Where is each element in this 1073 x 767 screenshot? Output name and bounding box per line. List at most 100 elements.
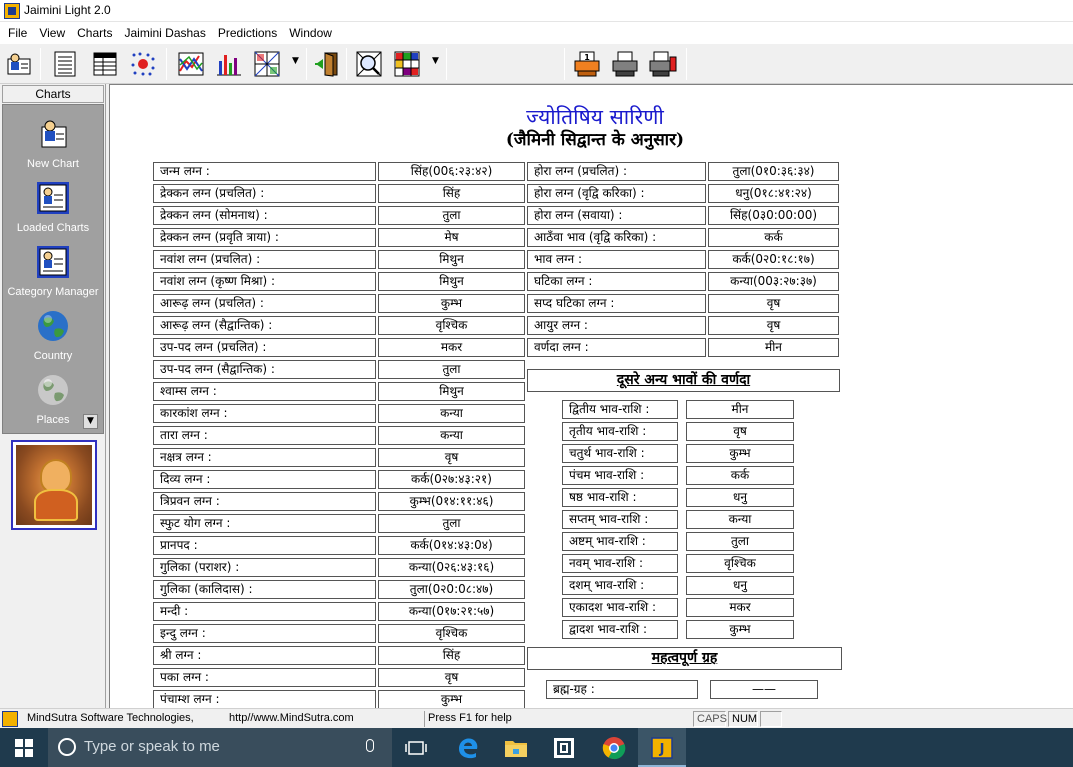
jaimini-app-icon: J [651,736,673,759]
chevron-down-icon[interactable]: ▼ [292,56,299,66]
list-view-button[interactable] [48,48,82,80]
scroll-down-button[interactable]: ▼ [83,414,98,429]
task-view-button[interactable] [392,728,440,767]
left-row-value: सिंह [378,184,525,203]
dot-chart-button[interactable] [126,48,160,80]
left-row-value: मिथुन [378,250,525,269]
left-row-label: नवांश लग्न (प्रचलित) : [153,250,376,269]
left-row-label: मन्दी : [153,602,376,621]
right-row-label: आठँवा भाव (वृद्वि करिका) : [527,228,706,247]
grid-chart-button[interactable] [250,48,284,80]
charts-tab[interactable]: Charts [2,85,104,103]
status-url: http//www.MindSutra.com [229,712,354,724]
store-app-button[interactable] [540,728,588,767]
menu-bar: File View Charts Jaimini Dashas Predicti… [0,22,1073,44]
status-scrl [760,711,782,727]
zoom-button[interactable] [352,48,386,80]
menu-charts[interactable]: Charts [71,26,118,40]
exit-button[interactable] [310,48,344,80]
edge-icon [459,737,478,758]
cortana-icon [58,738,76,756]
shortcut-category-manager[interactable]: Category Manager [3,245,103,298]
menu-predictions[interactable]: Predictions [212,26,283,40]
right-row-label: होरा लग्न (वृद्वि करिका) : [527,184,706,203]
shortcut-loaded-charts[interactable]: Loaded Charts [3,181,103,234]
right-row-label: होरा लग्न (प्रचलित) : [527,162,706,181]
file-explorer-button[interactable] [492,728,540,767]
start-button[interactable] [0,728,48,767]
bhava-row-value: कन्या [686,510,794,529]
printer-icon [612,51,638,77]
menu-jaimini-dashas[interactable]: Jaimini Dashas [118,26,211,40]
chart-lines-button[interactable] [174,48,208,80]
shortcut-country[interactable]: Country [3,309,103,362]
bhava-row-label: सप्तम् भाव-राशि : [562,510,678,529]
left-row-label: दिव्य लग्न : [153,470,376,489]
bhava-row-label: अष्टम् भाव-राशि : [562,532,678,551]
status-company: MindSutra Software Technologies, [27,712,194,724]
edge-browser-button[interactable] [444,728,492,767]
section-other-bhava-heading: दूसरे अन्य भावों की वर्णदा [527,369,840,392]
ganesha-image [11,440,97,530]
bhava-row-value: वृश्चिक [686,554,794,573]
left-row-label: पंचाम्श लग्न : [153,690,376,708]
left-row-label: नक्षत्र लग्न : [153,448,376,467]
microphone-icon[interactable] [366,739,374,752]
folder-icon [505,740,527,757]
bhava-row-value: मकर [686,598,794,617]
bhava-row-value: धनु [686,488,794,507]
menu-file[interactable]: File [2,26,33,40]
bhava-row-label: दशम् भाव-राशि : [562,576,678,595]
left-row-label: द्रेक्कन लग्न (प्रचलित) : [153,184,376,203]
left-row-label: उप-पद लग्न (प्रचलित) : [153,338,376,357]
bhava-row-value: धनु [686,576,794,595]
cortana-search-box[interactable]: Type or speak to me [48,728,392,767]
colored-grid-icon [394,51,420,77]
right-row-value: कर्क(0२0:१८:१७) [708,250,839,269]
shortcut-new-chart[interactable]: New Chart [3,117,103,170]
left-row-label: उप-पद लग्न (सैद्वान्तिक) : [153,360,376,379]
print-one-button[interactable]: 1 [570,48,604,80]
bhava-row-value: कर्क [686,466,794,485]
left-row-value: तुला [378,360,525,379]
left-row-label: पका लग्न : [153,668,376,687]
bhava-row-label: चतुर्थ भाव-राशि : [562,444,678,463]
multi-chart-button[interactable] [390,48,424,80]
bar-graph-icon [217,55,241,76]
bar-graph-button[interactable] [212,48,246,80]
right-row-label: भाव लग्न : [527,250,706,269]
chrome-button[interactable] [590,728,638,767]
new-chart-button[interactable] [2,48,36,80]
jaimini-light-taskbar-button[interactable]: J [638,728,686,767]
magnifier-icon [356,51,382,77]
left-row-label: इन्दु लग्न : [153,624,376,643]
grid-chart-icon [254,51,280,77]
right-row-value: मीन [708,338,839,357]
toolbar-separator [686,48,687,80]
bhava-row-label: द्वितीय भाव-राशि : [562,400,678,419]
table-view-button[interactable] [88,48,122,80]
left-row-label: श्वाम्स लग्न : [153,382,376,401]
company-logo-icon [2,711,18,727]
right-row-label: होरा लग्न (सवाया) : [527,206,706,225]
important-row-value: —— [710,680,818,699]
left-row-label: नवांश लग्न (कृष्ण मिश्रा) : [153,272,376,291]
left-row-value: तुला [378,206,525,225]
right-row-value: कर्क [708,228,839,247]
menu-window[interactable]: Window [283,26,338,40]
bhava-row-value: मीन [686,400,794,419]
right-row-value: सिंह(0३0:00:00) [708,206,839,225]
chevron-down-icon[interactable]: ▼ [432,56,439,66]
menu-view[interactable]: View [33,26,71,40]
bhava-row-value: तुला [686,532,794,551]
section-important-planets-heading: महत्वपूर्ण ग्रह [527,647,842,670]
print-all-button[interactable] [646,48,680,80]
left-panel: Charts New Chart Loaded Charts Category … [0,84,106,708]
printer-multi-icon [649,51,677,77]
bhava-row-label: तृतीय भाव-राशि : [562,422,678,441]
print-button[interactable] [608,48,642,80]
left-row-value: कन्या [378,404,525,423]
right-row-value: वृष [708,316,839,335]
left-row-value: वृश्चिक [378,624,525,643]
left-row-value: कुम्भ [378,294,525,313]
